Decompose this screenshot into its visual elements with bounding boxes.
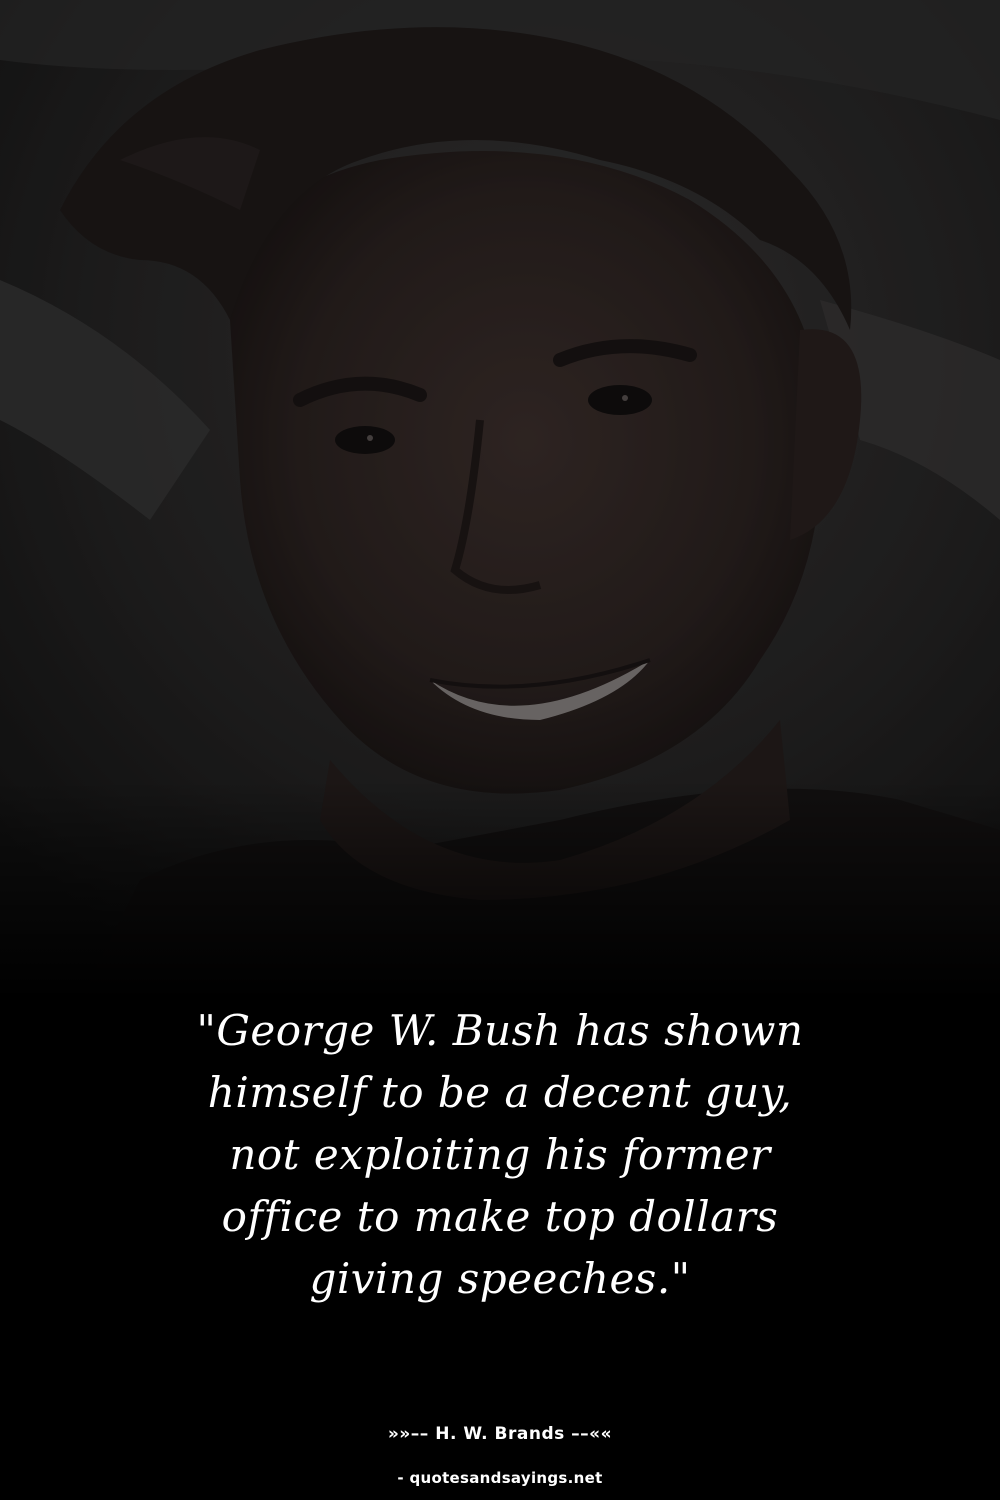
quote-text: "George W. Bush has shown himself to be … — [100, 1000, 900, 1310]
quote-line: not exploiting his former — [229, 1130, 771, 1179]
source-watermark: - quotesandsayings.net — [397, 1469, 603, 1487]
quote-line: office to make top dollars — [221, 1192, 779, 1241]
quote-line: giving speeches." — [309, 1254, 691, 1303]
portrait-photo — [0, 0, 1000, 1000]
quote-line: himself to be a decent guy, — [207, 1068, 793, 1117]
quote-poster: "George W. Bush has shown himself to be … — [0, 0, 1000, 1500]
author-attribution: »»–– H. W. Brands ––«« — [387, 1424, 613, 1444]
quote-line: "George W. Bush has shown — [196, 1006, 804, 1055]
